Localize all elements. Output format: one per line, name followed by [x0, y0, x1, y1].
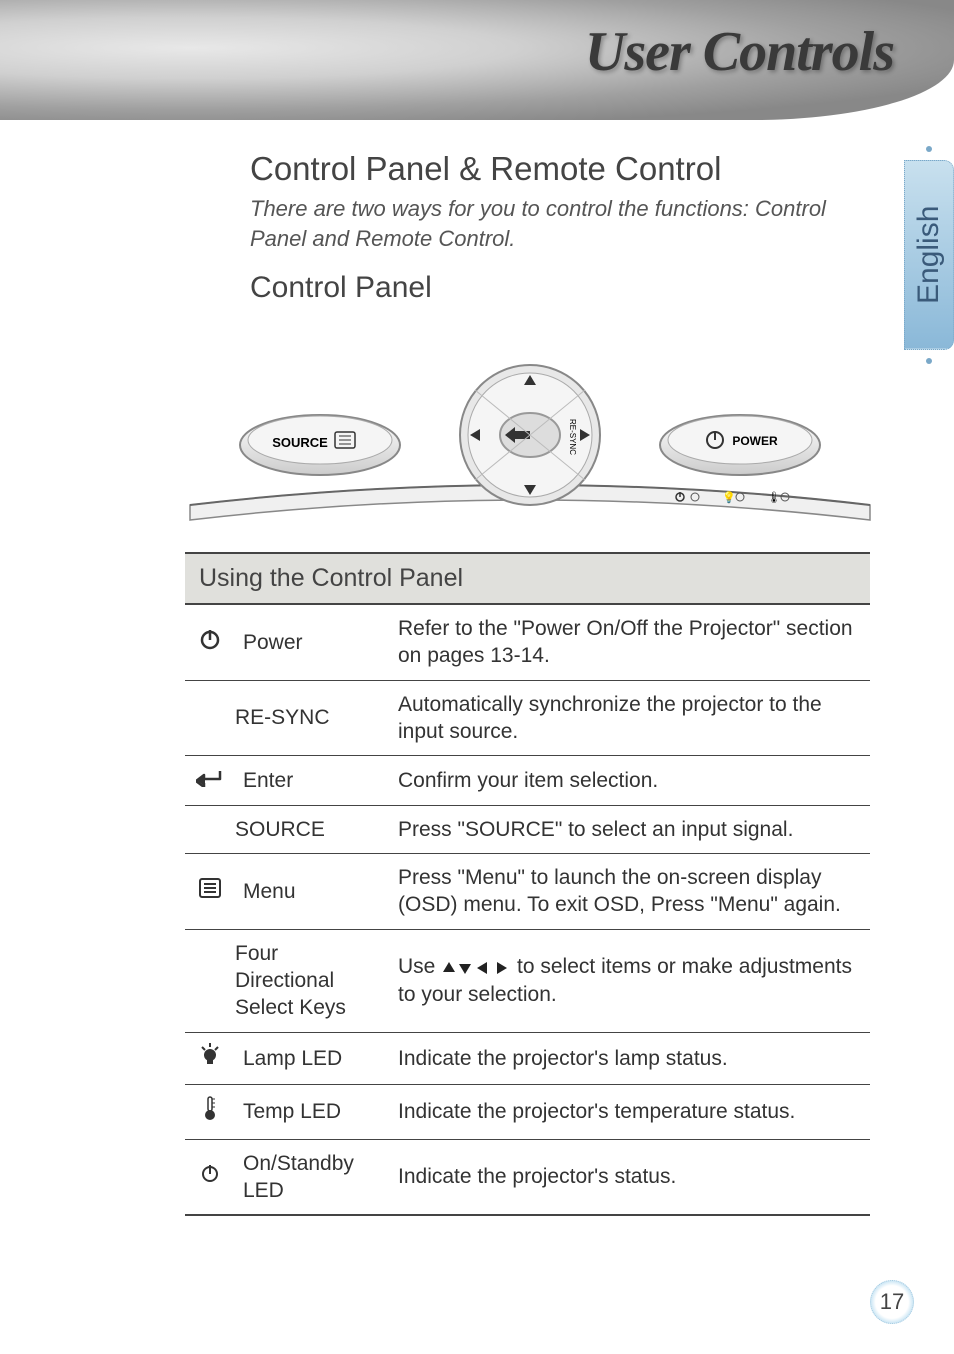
row-desc: Refer to the "Power On/Off the Projector… [390, 605, 870, 680]
power-icon [185, 605, 235, 680]
control-panel-illustration: SOURCE RE-SYNC POWER 💡 🌡 [170, 325, 890, 525]
svg-text:RE-SYNC: RE-SYNC [568, 419, 577, 455]
row-label: On/Standby LED [235, 1139, 390, 1215]
row-desc: Use to select items or make adjustments … [390, 929, 870, 1032]
menu-icon [185, 854, 235, 930]
arrow-keys-icon [441, 960, 511, 976]
table-row: Temp LED Indicate the projector's temper… [185, 1085, 870, 1140]
row-label: SOURCE [235, 805, 390, 853]
row-label: Lamp LED [235, 1032, 390, 1085]
section-intro: There are two ways for you to control th… [250, 194, 870, 253]
enter-icon [185, 756, 235, 806]
dpad-graphic: RE-SYNC [460, 365, 600, 505]
source-button-graphic: SOURCE [240, 415, 400, 475]
svg-text:SOURCE: SOURCE [272, 435, 328, 450]
section-heading: Control Panel & Remote Control [250, 150, 870, 188]
language-tab: English [904, 160, 954, 350]
power-button-graphic: POWER [660, 415, 820, 475]
page-header-title: User Controls [585, 20, 894, 84]
row-desc: Confirm your item selection. [390, 756, 870, 806]
row-desc: Press "Menu" to launch the on-screen dis… [390, 854, 870, 930]
svg-text:🌡: 🌡 [767, 491, 781, 504]
table-row: Four Directional Select Keys Use to sele… [185, 929, 870, 1032]
row-label: Power [235, 605, 390, 680]
table-row: On/Standby LED Indicate the projector's … [185, 1139, 870, 1215]
row-label: Enter [235, 756, 390, 806]
standby-icon [185, 1139, 235, 1215]
table-row: RE-SYNC Automatically synchronize the pr… [185, 680, 870, 756]
row-label: Temp LED [235, 1085, 390, 1140]
control-panel-table: Using the Control Panel Power Refer to t… [185, 552, 870, 1216]
svg-text:POWER: POWER [732, 434, 778, 448]
temp-icon [185, 1085, 235, 1140]
table-row: SOURCE Press "SOURCE" to select an input… [185, 805, 870, 853]
table-row: Menu Press "Menu" to launch the on-scree… [185, 854, 870, 930]
svg-text:💡: 💡 [722, 491, 736, 504]
subsection-heading: Control Panel [250, 271, 870, 305]
row-label: Four Directional Select Keys [235, 929, 390, 1032]
row-label: Menu [235, 854, 390, 930]
table-row: Power Refer to the "Power On/Off the Pro… [185, 605, 870, 680]
row-desc: Automatically synchronize the projector … [390, 680, 870, 756]
table-heading: Using the Control Panel [185, 552, 870, 605]
table-row: Lamp LED Indicate the projector's lamp s… [185, 1032, 870, 1085]
row-desc: Indicate the projector's status. [390, 1139, 870, 1215]
table-row: Enter Confirm your item selection. [185, 756, 870, 806]
row-desc: Press "SOURCE" to select an input signal… [390, 805, 870, 853]
page-number: 17 [870, 1280, 914, 1324]
content-block: Control Panel & Remote Control There are… [250, 150, 870, 305]
row-desc: Indicate the projector's temperature sta… [390, 1085, 870, 1140]
row-label: RE-SYNC [235, 680, 390, 756]
lamp-icon [185, 1032, 235, 1085]
row-desc: Indicate the projector's lamp status. [390, 1032, 870, 1085]
